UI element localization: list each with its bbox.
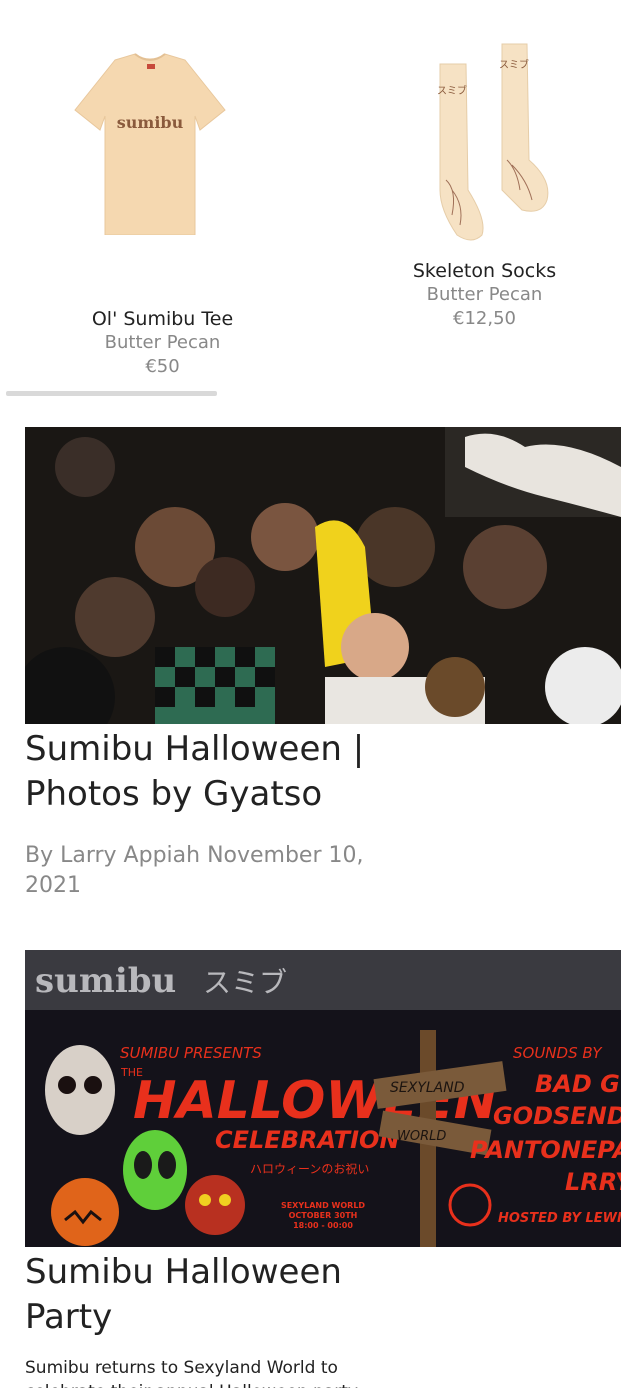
article-title[interactable]: Sumibu Halloween | Photos by Gyatso: [25, 727, 405, 817]
socks-print-2: スミブ: [437, 84, 467, 97]
poster-brand-jp: スミブ: [203, 966, 287, 999]
article-excerpt: Sumibu returns to Sexyland World to cele…: [25, 1358, 358, 1388]
skull-icon: [45, 1045, 115, 1135]
poster-subheadline-jp: ハロウィーンのお祝い: [250, 1162, 369, 1176]
product-name[interactable]: Skeleton Socks: [372, 260, 597, 282]
product-name[interactable]: Ol' Sumibu Tee: [50, 308, 275, 330]
poster-subheadline: CELEBRATION: [215, 1126, 400, 1154]
poster-artist-1: BAD G: [535, 1070, 620, 1098]
article-image-halloween-poster[interactable]: sumibu スミブ SUMIBU PRESENTS THE HALLOWEEN…: [25, 950, 621, 1247]
poster-artist-3: PANTONEPAPI: [470, 1136, 621, 1164]
socks-image[interactable]: スミブ スミブ: [402, 40, 562, 250]
socks-print: スミブ: [499, 58, 529, 71]
article-image-halloween-photos[interactable]: [25, 427, 621, 724]
product-card-tee[interactable]: sumibu Ol' Sumibu Tee Butter Pecan €50: [50, 40, 275, 385]
poster-sign-bottom: WORLD: [397, 1129, 446, 1144]
product-variant: Butter Pecan: [426, 284, 543, 305]
pumpkin-icon: [51, 1178, 119, 1246]
poster-sign-top: SEXYLAND: [390, 1080, 465, 1096]
tee-print: sumibu: [117, 113, 184, 132]
product-variant: Butter Pecan: [104, 332, 221, 353]
poster-presents: SUMIBU PRESENTS: [120, 1044, 262, 1062]
poster-artist-2: GODSENDO: [493, 1102, 621, 1130]
article-title[interactable]: Sumibu Halloween Party: [25, 1250, 405, 1340]
demon-mask-icon: [185, 1175, 245, 1235]
article-byline: By Larry Appiah November 10, 2021: [25, 843, 364, 898]
poster-sounds-by: SOUNDS BY: [513, 1044, 603, 1062]
carousel-scrollbar[interactable]: [6, 391, 217, 396]
poster-date: OCTOBER 30TH: [289, 1211, 358, 1220]
poster-artist-4: LRRY: [565, 1168, 621, 1196]
product-price: €12,50: [453, 308, 516, 329]
poster-brand: sumibu: [35, 961, 176, 1001]
tee-image[interactable]: sumibu: [65, 50, 235, 235]
poster-hosted-by: HOSTED BY LEWIS: [498, 1211, 621, 1226]
product-card-socks[interactable]: スミブ スミブ Skeleton Socks Butter Pecan €12,…: [372, 40, 597, 340]
poster-venue: SEXYLAND WORLD: [281, 1201, 365, 1210]
poster-time: 18:00 - 00:00: [293, 1221, 353, 1230]
alien-mask-icon: [123, 1130, 187, 1210]
product-price: €50: [145, 356, 180, 377]
